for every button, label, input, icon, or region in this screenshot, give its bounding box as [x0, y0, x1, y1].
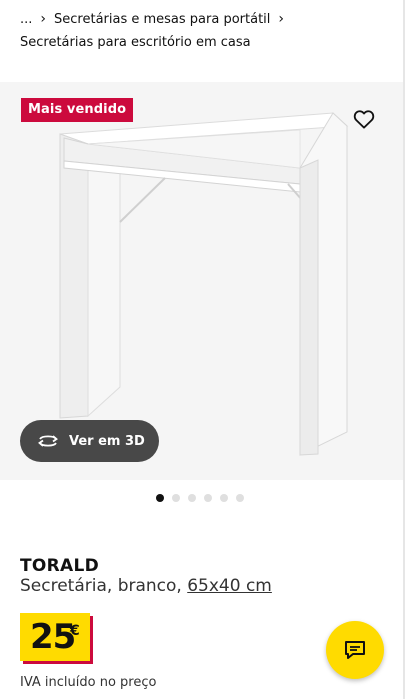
product-description-text: Secretária, branco, [20, 576, 182, 596]
breadcrumb-ellipsis[interactable]: ... [20, 12, 32, 27]
carousel-dot[interactable] [172, 494, 180, 502]
rotate-3d-icon [38, 435, 58, 447]
breadcrumb-current[interactable]: Secretárias para escritório em casa [20, 35, 251, 50]
product-description: Secretária, branco, 65x40 cm [20, 576, 272, 596]
chat-icon [345, 641, 365, 659]
chat-button[interactable] [326, 621, 384, 679]
price-value: 25 [30, 617, 76, 657]
product-dimensions-link[interactable]: 65x40 cm [187, 576, 272, 596]
bestseller-badge: Mais vendido [21, 98, 134, 122]
chevron-right-icon: › [278, 11, 285, 27]
carousel-dot[interactable] [156, 494, 164, 502]
price-currency: € [70, 623, 80, 639]
view-in-3d-label: Ver em 3D [69, 433, 145, 449]
product-name: TORALD [20, 556, 100, 576]
view-in-3d-button[interactable]: Ver em 3D [20, 420, 159, 462]
carousel-dot[interactable] [204, 494, 212, 502]
chevron-right-icon: › [40, 11, 47, 27]
breadcrumb-category[interactable]: Secretárias e mesas para portátil [54, 12, 270, 27]
price-tag: 25 € [20, 613, 90, 661]
breadcrumb: ... › Secretárias e mesas para portátil … [20, 10, 292, 28]
favorite-button[interactable] [350, 105, 378, 133]
vat-note: IVA incluído no preço [20, 675, 157, 690]
carousel-dot[interactable] [236, 494, 244, 502]
carousel-dot[interactable] [220, 494, 228, 502]
carousel-dots [156, 494, 244, 502]
carousel-dot[interactable] [188, 494, 196, 502]
heart-icon [353, 110, 375, 129]
